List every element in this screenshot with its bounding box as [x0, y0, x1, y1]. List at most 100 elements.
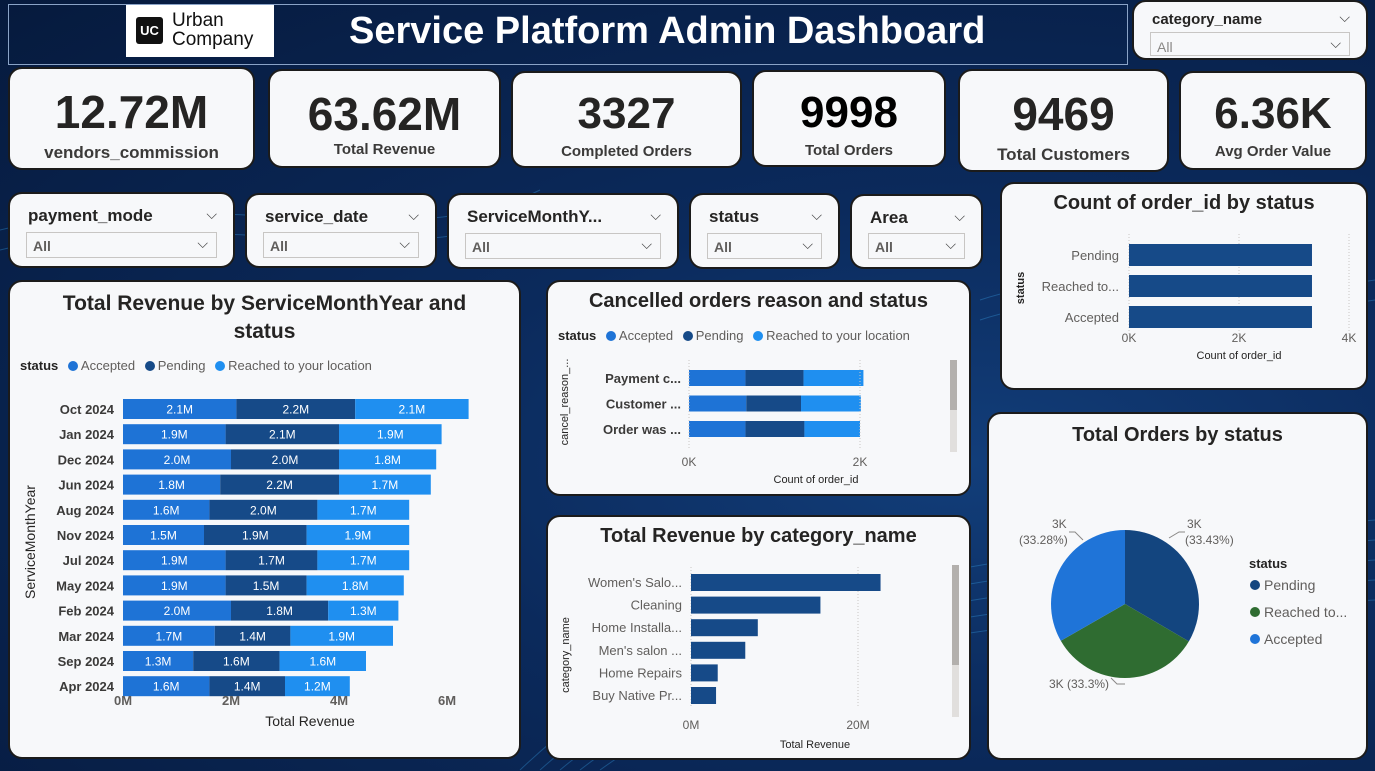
slicer-value: All	[472, 239, 490, 255]
category-label: May 2024	[56, 578, 115, 593]
legend-item: Pending	[1264, 577, 1315, 593]
bar	[691, 687, 717, 704]
chevron-down-icon: ⌵	[1330, 35, 1341, 51]
chart-title: Total Revenue by ServiceMonthYear and st…	[62, 292, 467, 343]
slicer-dropdown[interactable]: All ⌵	[26, 232, 217, 258]
legend-item: Pending	[695, 328, 744, 343]
chevron-down-icon[interactable]: ⌵	[811, 207, 822, 224]
tick-label: 2M	[222, 693, 240, 708]
category-label: Sep 2024	[58, 654, 115, 669]
slicer-dropdown[interactable]: All ⌵	[868, 233, 965, 259]
bar	[691, 574, 881, 591]
scrollbar[interactable]	[950, 360, 957, 452]
category-label: Buy Native Pr...	[592, 688, 682, 703]
chevron-down-icon[interactable]: ⌵	[1339, 9, 1350, 26]
axis-label: cancel_reason_...	[559, 359, 571, 446]
data-label: 1.5M	[150, 529, 177, 543]
category-label: Women's Salo...	[588, 575, 682, 590]
status-slicer[interactable]: status ⌵ All ⌵	[689, 193, 840, 269]
kpi-total-orders: 9998 Total Orders	[752, 70, 946, 167]
data-label: 2.0M	[164, 604, 191, 618]
legend-dot	[1250, 580, 1260, 590]
bar-segment	[803, 370, 864, 386]
category-label: Oct 2024	[60, 402, 115, 417]
slicer-dropdown[interactable]: All ⌵	[707, 233, 822, 259]
slicer-label: status	[709, 207, 760, 226]
axis-label: status	[1015, 272, 1027, 304]
service-month-year-slicer[interactable]: ServiceMonthY... ⌵ All ⌵	[447, 193, 679, 269]
revenue-by-month-card: Total Revenue by ServiceMonthYear and st…	[8, 280, 521, 759]
chevron-down-icon[interactable]: ⌵	[408, 207, 419, 224]
category-label: Order was ...	[603, 422, 681, 437]
bar-segment	[746, 395, 802, 412]
revenue-by-month-chart: Oct 2024 2.1M 2.2M 2.1M Jan 2024 1.9M 2.1M 1.9M…	[22, 399, 469, 729]
legend-dot	[605, 331, 616, 341]
bar-segment	[689, 395, 747, 412]
data-label: 1.4M	[234, 680, 261, 694]
data-label: (33.28%)	[1019, 533, 1068, 547]
data-label: 1.6M	[309, 655, 336, 669]
count-by-status-chart: Pending Reached to... Accepted0K 2K 4K Count …	[1015, 234, 1356, 362]
data-label: 1.7M	[156, 629, 183, 643]
legend-dot	[144, 361, 155, 371]
legend-dot	[215, 361, 226, 371]
chevron-down-icon[interactable]: ⌵	[650, 207, 661, 224]
data-label: 1.9M	[345, 529, 372, 543]
slicer-dropdown[interactable]: All ⌵	[263, 232, 419, 258]
slicer-value: All	[270, 238, 288, 254]
slicer-dropdown[interactable]: All ⌵	[1150, 32, 1350, 56]
slicer-value: All	[1157, 39, 1173, 55]
kpi-value: 6.36K	[1214, 89, 1332, 138]
slicer-value: All	[875, 239, 893, 255]
bar-segment	[689, 370, 746, 386]
data-label: 1.6M	[153, 503, 180, 517]
tick-label: 2K	[1232, 331, 1247, 345]
data-label: 1.9M	[377, 428, 404, 442]
chart-title: Count of order_id by status	[1053, 192, 1315, 214]
data-label: 1.5M	[253, 579, 280, 593]
kpi-vendors-commission: 12.72M vendors_commission	[8, 67, 255, 170]
axis-label: Total Revenue	[265, 713, 355, 729]
kpi-value: 9998	[800, 88, 898, 137]
category-label: Cleaning	[631, 598, 682, 613]
category-label: Customer ...	[606, 397, 681, 412]
tick-label: 0K	[682, 455, 697, 469]
chevron-down-icon: ⌵	[802, 236, 813, 252]
category-label: Jun 2024	[58, 478, 114, 493]
kpi-avg-order-value: 6.36K Avg Order Value	[1179, 71, 1367, 170]
category-label: Apr 2024	[59, 679, 115, 694]
kpi-label: vendors_commission	[44, 143, 219, 162]
category-label: Payment c...	[605, 371, 681, 386]
data-label: 1.9M	[161, 579, 188, 593]
kpi-label: Total Orders	[804, 142, 894, 159]
data-label: 1.8M	[342, 579, 369, 593]
data-label: 1.6M	[153, 680, 180, 694]
data-label: 2.1M	[399, 403, 426, 417]
legend-item: Reached to your location	[228, 358, 372, 373]
slicer-label: Area	[870, 208, 908, 227]
category-name-slicer[interactable]: category_name ⌵ All ⌵	[1132, 0, 1368, 60]
scrollbar-thumb[interactable]	[952, 565, 959, 665]
area-slicer[interactable]: Area ⌵ All ⌵	[850, 194, 983, 269]
legend-dot	[1250, 607, 1260, 617]
slicer-dropdown[interactable]: All ⌵	[465, 233, 661, 259]
kpi-completed-orders: 3327 Completed Orders	[511, 71, 742, 168]
service-date-slicer[interactable]: service_date ⌵ All ⌵	[245, 193, 437, 268]
data-label: 1.9M	[242, 529, 269, 543]
data-label: 1.7M	[372, 478, 399, 492]
bar-segment	[804, 421, 860, 437]
scrollbar[interactable]	[952, 565, 959, 717]
scrollbar-thumb[interactable]	[950, 360, 957, 410]
chart-legend: status Accepted Pending Reached to your …	[20, 358, 372, 373]
slicer-label: service_date	[265, 207, 369, 226]
bar-segment	[689, 421, 746, 437]
chevron-down-icon[interactable]: ⌵	[954, 208, 965, 225]
logo-badge: UC	[136, 17, 163, 44]
data-label: 3K (33.3%)	[1049, 677, 1109, 691]
legend-title: status	[558, 328, 597, 343]
payment-mode-slicer[interactable]: payment_mode ⌵ All ⌵	[8, 192, 235, 268]
header-bar: UC Urban Company Service Platform Admin …	[8, 4, 1128, 65]
tick-label: 0M	[683, 718, 700, 732]
chart-legend: status Accepted Pending Reached to your …	[558, 328, 910, 343]
chevron-down-icon[interactable]: ⌵	[206, 206, 217, 223]
